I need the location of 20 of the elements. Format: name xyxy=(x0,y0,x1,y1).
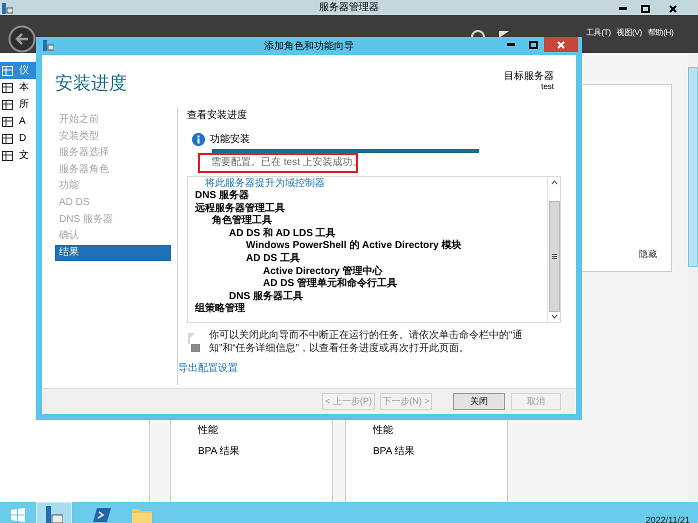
feature-item: AD DS 管理单元和命令行工具 xyxy=(263,278,397,290)
feature-item: AD DS 工具 xyxy=(246,252,300,266)
hide-label: 隐藏 xyxy=(639,248,657,260)
section-title: 查看安装进度 xyxy=(187,110,247,122)
feature-item: 组策略管理 xyxy=(195,303,245,316)
feature-item: DNS 服务器 xyxy=(195,190,249,202)
feature-item: DNS 服务器工具 xyxy=(229,290,303,302)
feature-title: 功能安装 xyxy=(210,132,250,147)
page-heading: 安装进度 xyxy=(55,72,127,95)
status-message: 需要配置。已在 test 上安装成功。 xyxy=(198,153,358,173)
feature-item: AD DS 和 AD LDS 工具 xyxy=(229,228,336,240)
feature-item: 角色管理工具 xyxy=(212,215,272,228)
window-title: 添加角色和功能向导 xyxy=(264,40,354,54)
feature-item: Active Directory 管理中心 xyxy=(263,266,382,278)
feature-item: Windows PowerShell 的 Active Directory 模块 xyxy=(246,240,462,252)
feature-item: 远程服务器管理工具 xyxy=(195,202,285,214)
note-text: 你可以关闭此向导而不中断正在运行的任务。请依次单击命令栏中的“通知”和“任务详细信息”，以查看任务进度或再次打开此页面。 xyxy=(209,329,524,355)
app-title: 服务器管理器 xyxy=(319,1,379,15)
target-server-name: test xyxy=(541,82,554,92)
target-server-label: 目标服务器 xyxy=(504,71,554,82)
